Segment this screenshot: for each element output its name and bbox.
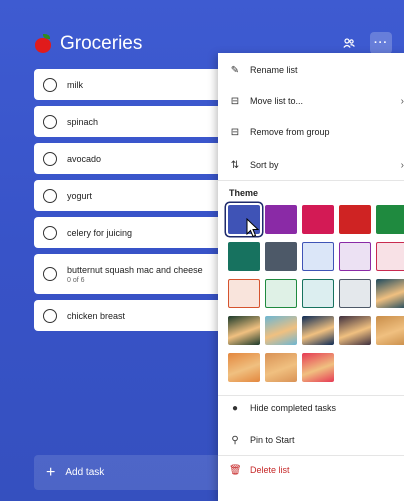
theme-swatch-light-blue[interactable] [302, 242, 334, 271]
share-button[interactable] [338, 32, 360, 54]
apple-icon [34, 34, 52, 54]
theme-swatch-photo-beach[interactable] [265, 316, 297, 345]
theme-swatch-photo-coast[interactable] [376, 316, 404, 345]
task-item[interactable]: spinach [34, 106, 234, 137]
menu-item-rename[interactable]: ✎ Rename list [218, 57, 404, 83]
theme-swatch-light-gray[interactable] [339, 279, 371, 308]
sort-icon: ⇅ [230, 159, 240, 171]
menu-divider [218, 455, 404, 456]
mouse-cursor-icon [246, 218, 260, 238]
task-list: milk spinach avocado yogurt celery for j… [34, 69, 234, 337]
complete-checkbox[interactable] [43, 77, 57, 92]
task-item[interactable]: milk [34, 69, 234, 100]
complete-checkbox[interactable] [43, 225, 57, 240]
move-icon: ⊟ [230, 95, 240, 107]
check-circle-icon: ● [231, 402, 239, 414]
list-title[interactable]: Groceries [60, 33, 142, 55]
complete-checkbox[interactable] [43, 308, 57, 323]
share-icon [343, 38, 355, 48]
theme-swatch-teal[interactable] [228, 242, 260, 271]
task-label: chicken breast [67, 310, 126, 321]
app-window: Groceries ··· milk spinach avocado yogur… [0, 0, 404, 501]
theme-swatch-photo-night-sky[interactable] [302, 316, 334, 345]
remove-group-icon: ⊟ [230, 126, 240, 138]
subtask-count: 0 of 6 [67, 276, 85, 284]
complete-checkbox[interactable] [43, 114, 57, 129]
task-label: avocado [67, 153, 102, 164]
menu-item-move[interactable]: ⊟ Move list to... › [218, 88, 404, 114]
task-item[interactable]: butternut squash mac and cheese 0 of 6 [34, 254, 234, 294]
complete-checkbox[interactable] [43, 151, 57, 166]
task-item[interactable]: yogurt [34, 180, 234, 211]
chevron-right-icon: › [400, 159, 404, 171]
chevron-right-icon: › [400, 95, 404, 107]
task-label: milk [67, 79, 83, 90]
menu-item-hide-completed[interactable]: ● Hide completed tasks [218, 395, 404, 421]
list-options-menu: ✎ Rename list ⊟ Move list to... › ⊟ Remo… [218, 53, 404, 501]
menu-item-sort[interactable]: ⇅ Sort by › [218, 152, 404, 178]
plus-icon: + [46, 463, 56, 481]
theme-swatch-photo-desert[interactable] [265, 353, 297, 382]
theme-swatch-light-pink[interactable] [376, 242, 404, 271]
add-task-label: Add task [65, 467, 105, 478]
menu-divider [218, 180, 404, 181]
task-label: butternut squash mac and cheese [67, 264, 203, 275]
theme-swatch-green[interactable] [376, 205, 404, 234]
add-task-button[interactable]: + Add task [34, 455, 234, 490]
theme-swatch-red[interactable] [339, 205, 371, 234]
task-label: yogurt [67, 190, 93, 201]
pin-icon: ⚲ [231, 434, 239, 446]
task-item[interactable]: chicken breast [34, 300, 234, 331]
more-options-button[interactable]: ··· [370, 32, 392, 54]
task-item[interactable]: avocado [34, 143, 234, 174]
theme-swatch-light-green[interactable] [265, 279, 297, 308]
theme-swatch-purple[interactable] [265, 205, 297, 234]
theme-swatch-magenta[interactable] [302, 205, 334, 234]
task-label: celery for juicing [67, 227, 133, 238]
theme-swatch-photo-pink-gradient[interactable] [302, 353, 334, 382]
theme-swatch-photo-sunset-dock[interactable] [376, 279, 404, 308]
theme-swatch-light-salmon[interactable] [228, 279, 260, 308]
menu-item-delete[interactable]: 🗑 Delete list [218, 457, 404, 483]
complete-checkbox[interactable] [43, 188, 57, 203]
theme-swatch-photo-sunset-field[interactable] [339, 316, 371, 345]
task-item[interactable]: celery for juicing [34, 217, 234, 248]
theme-swatch-slate[interactable] [265, 242, 297, 271]
theme-swatch-light-teal[interactable] [302, 279, 334, 308]
theme-swatch-photo-lighthouse[interactable] [228, 353, 260, 382]
theme-swatch-photo-green-lights[interactable] [228, 316, 260, 345]
menu-item-remove-group[interactable]: ⊟ Remove from group [218, 119, 404, 145]
complete-checkbox[interactable] [43, 267, 57, 281]
pencil-icon: ✎ [230, 64, 240, 76]
trash-icon: 🗑 [229, 464, 242, 476]
menu-item-pin[interactable]: ⚲ Pin to Start [218, 427, 404, 453]
task-label: spinach [67, 116, 99, 127]
theme-heading: Theme [229, 188, 259, 198]
theme-swatch-light-purple[interactable] [339, 242, 371, 271]
